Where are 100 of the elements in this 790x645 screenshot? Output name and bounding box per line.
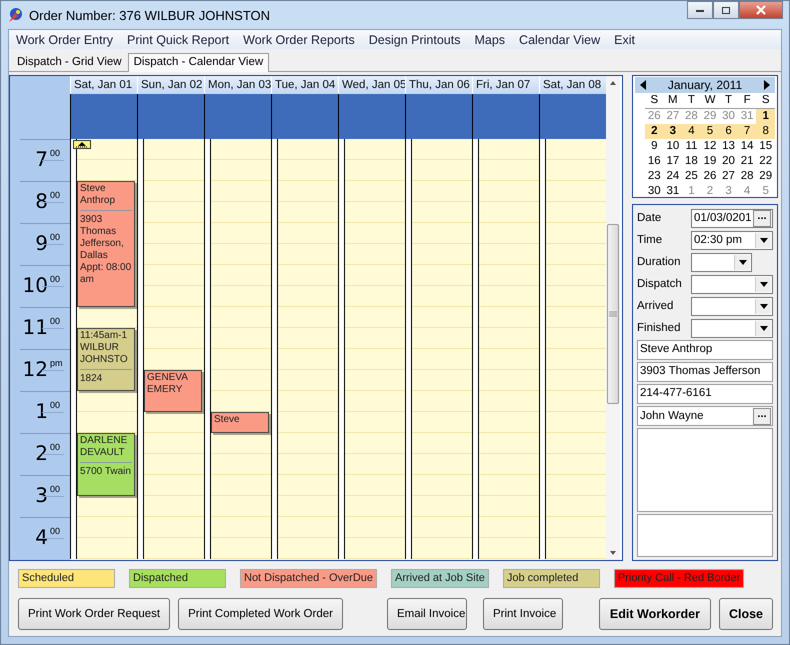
- calendar-day[interactable]: 19: [700, 154, 720, 169]
- appointment[interactable]: Steve Anthrop 3903 Thomas Jefferson, Dallas Appt: 08:00 am: [77, 181, 135, 307]
- calendar-day[interactable]: 8: [756, 124, 775, 139]
- calendar-day[interactable]: 2: [645, 124, 664, 139]
- weekday-label: S: [760, 93, 771, 108]
- calendar-day[interactable]: 16: [645, 154, 664, 169]
- calendar-day[interactable]: 6: [719, 124, 738, 139]
- scrollbar[interactable]: [606, 76, 620, 560]
- calendar-day[interactable]: 12: [700, 139, 720, 154]
- action-button[interactable]: Email Invoice: [386, 598, 467, 630]
- dropdown-field[interactable]: [691, 274, 773, 294]
- calendar-day[interactable]: 22: [756, 154, 775, 169]
- minimize-icon: [695, 7, 705, 13]
- input-field[interactable]: 3903 Thomas Jefferson: [637, 362, 773, 382]
- calendar-day[interactable]: 18: [682, 154, 701, 169]
- menu-item[interactable]: Maps: [467, 32, 512, 46]
- close-icon: [755, 5, 767, 15]
- calendar-day[interactable]: 23: [645, 169, 664, 184]
- tab[interactable]: Dispatch - Calendar View: [128, 53, 270, 72]
- input-field[interactable]: Steve Anthrop: [637, 340, 773, 360]
- grip-icon: [609, 311, 617, 317]
- menu-item[interactable]: Calendar View: [512, 32, 608, 46]
- calendar-day[interactable]: 13: [719, 139, 738, 154]
- calendar-day[interactable]: 29: [756, 169, 775, 184]
- notes-field[interactable]: [637, 514, 773, 557]
- menu-item[interactable]: Design Printouts: [362, 32, 468, 46]
- minute-label: 00: [50, 190, 62, 202]
- appointment[interactable]: DARLENE DEVAULT 5700 Twain: [77, 433, 135, 496]
- calendar-day[interactable]: 10: [664, 139, 682, 154]
- calendar-day[interactable]: 25: [682, 169, 701, 184]
- calendar-day[interactable]: 21: [738, 154, 756, 169]
- month-label: January, 2011: [668, 78, 742, 92]
- dropdown-field[interactable]: [691, 296, 773, 316]
- calendar-day[interactable]: 26: [700, 169, 720, 184]
- appointment[interactable]: 11:45am-1 WILBUR JOHNSTO 1824: [77, 328, 135, 391]
- ellipsis-button[interactable]: ...: [753, 210, 771, 226]
- calendar-day[interactable]: 28: [738, 169, 756, 184]
- input-field[interactable]: 214-477-6161: [637, 384, 773, 404]
- field-label: Dispatch: [637, 278, 683, 290]
- appointment[interactable]: Steve: [211, 412, 269, 433]
- dropdown-field[interactable]: 02:30 pm: [691, 230, 773, 250]
- date-field[interactable]: 01/03/0201 ...: [691, 208, 773, 228]
- calendar-day[interactable]: 3: [664, 124, 682, 139]
- legend-item: Job completed: [502, 569, 600, 588]
- action-button[interactable]: Print Invoice: [482, 598, 563, 630]
- appointment[interactable]: GENEVA EMERY: [144, 370, 202, 412]
- maximize-button[interactable]: [713, 1, 739, 19]
- calendar-day[interactable]: 27: [719, 169, 738, 184]
- hour-label: 3: [35, 484, 48, 509]
- menu-item[interactable]: Exit: [607, 32, 642, 46]
- dropdown-arrow-icon[interactable]: [760, 282, 768, 286]
- calendar-day[interactable]: 4: [682, 124, 701, 139]
- field-label: Duration: [637, 256, 682, 268]
- minute-label: 00: [50, 400, 62, 412]
- more-above-icon[interactable]: [73, 140, 91, 149]
- action-button[interactable]: Edit Workorder: [598, 598, 711, 630]
- minimize-button[interactable]: [687, 1, 713, 19]
- next-month-icon[interactable]: [763, 80, 771, 90]
- weekday-label: T: [686, 93, 696, 108]
- close-button[interactable]: [739, 1, 783, 19]
- day-header: Thu, Jan 06: [405, 76, 472, 94]
- dropdown-arrow-icon[interactable]: [760, 326, 768, 330]
- legend-item: Dispatched: [129, 569, 226, 588]
- calendar-day[interactable]: 11: [682, 139, 701, 154]
- legend-item: Not Dispatched - OverDue: [240, 569, 377, 588]
- legend-item: Scheduled: [18, 569, 115, 588]
- hour-label: 9: [35, 232, 48, 257]
- legend-item: Priority Call - Red Border: [614, 569, 744, 588]
- action-button[interactable]: Close: [718, 598, 773, 630]
- hour-label: 10: [22, 274, 48, 299]
- calendar-day[interactable]: 1: [756, 109, 775, 124]
- dropdown-arrow-icon[interactable]: [760, 304, 768, 308]
- day-header: Sat, Jan 08: [539, 76, 606, 94]
- calendar-day[interactable]: 24: [664, 169, 682, 184]
- action-button[interactable]: Print Completed Work Order: [178, 598, 343, 630]
- calendar-day[interactable]: 5: [700, 124, 720, 139]
- calendar-day[interactable]: 30: [645, 184, 664, 199]
- dropdown-arrow-icon[interactable]: [760, 238, 768, 242]
- calendar-day[interactable]: 15: [756, 139, 775, 154]
- input-field[interactable]: John Wayne ...: [637, 406, 773, 426]
- dropdown-arrow-icon[interactable]: [738, 260, 746, 264]
- calendar-day[interactable]: 9: [645, 139, 664, 154]
- calendar-day[interactable]: 7: [738, 124, 756, 139]
- menu-item[interactable]: Print Quick Report: [120, 32, 236, 46]
- calendar-day[interactable]: 31: [664, 184, 682, 199]
- maximize-icon: [721, 6, 731, 14]
- calendar-day[interactable]: 14: [738, 139, 756, 154]
- menu-item[interactable]: Work Order Entry: [9, 32, 120, 46]
- dropdown-field[interactable]: [691, 318, 773, 338]
- menu-item[interactable]: Work Order Reports: [236, 32, 362, 46]
- dropdown-field[interactable]: [691, 252, 752, 272]
- weekday-label: W: [704, 93, 716, 108]
- ellipsis-button[interactable]: ...: [753, 408, 771, 424]
- field-label: Finished: [637, 322, 682, 334]
- calendar-day[interactable]: 17: [664, 154, 682, 169]
- notes-field[interactable]: [637, 428, 773, 512]
- action-button[interactable]: Print Work Order Request: [18, 598, 170, 630]
- previous-month-icon[interactable]: [639, 80, 647, 90]
- hour-label: 2: [35, 442, 48, 467]
- calendar-day[interactable]: 20: [719, 154, 738, 169]
